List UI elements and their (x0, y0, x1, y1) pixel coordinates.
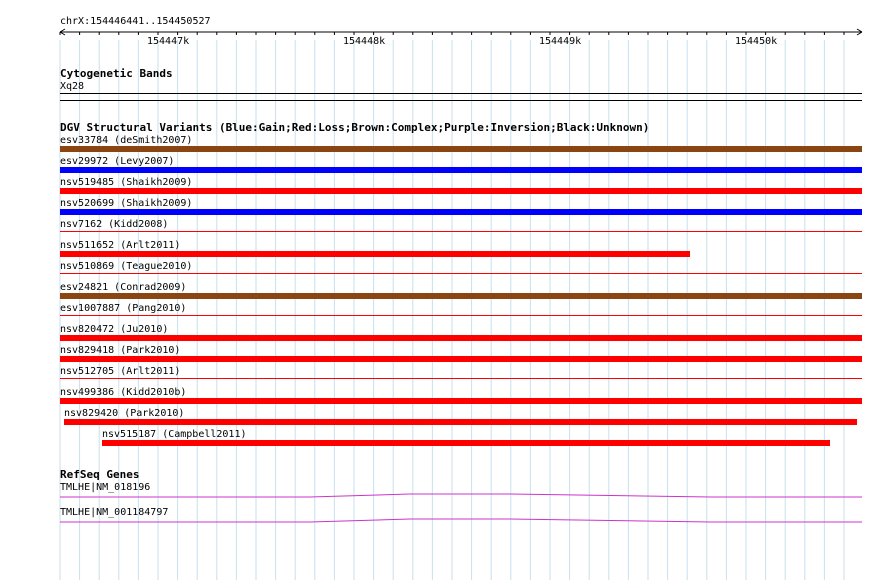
variant-bar-esv29972[interactable] (60, 167, 862, 173)
variant-label-nsv829420[interactable]: nsv829420 (Park2010) (64, 408, 184, 419)
variant-bar-nsv499386[interactable] (60, 398, 862, 404)
cytoband-label: Xq28 (60, 81, 85, 92)
cytoband-bottom-line (60, 100, 862, 101)
dgv-track-title[interactable]: DGV Structural Variants (Blue:Gain;Red:L… (60, 122, 649, 134)
variant-label-nsv499386[interactable]: nsv499386 (Kidd2010b) (60, 387, 186, 398)
refseq-gene-models (60, 493, 862, 523)
variant-bar-esv33784[interactable] (60, 146, 862, 152)
variant-label-esv29972[interactable]: esv29972 (Levy2007) (60, 156, 174, 167)
variant-label-nsv515187[interactable]: nsv515187 (Campbell2011) (102, 429, 247, 440)
variant-label-nsv510869[interactable]: nsv510869 (Teague2010) (60, 261, 192, 272)
ruler-tick-label-4: 154450k (735, 36, 778, 47)
variant-bar-nsv820472[interactable] (60, 335, 862, 341)
variant-bar-nsv829418[interactable] (60, 356, 862, 362)
refseq-track-title[interactable]: RefSeq Genes (60, 469, 139, 481)
variant-label-esv1007887[interactable]: esv1007887 (Pang2010) (60, 303, 186, 314)
variant-label-esv33784[interactable]: esv33784 (deSmith2007) (60, 135, 192, 146)
gene-model-nm-018196[interactable] (60, 493, 862, 498)
variant-bar-esv24821[interactable] (60, 293, 862, 299)
variant-bar-nsv515187[interactable] (102, 440, 830, 446)
gene-model-nm-001184797[interactable] (60, 518, 862, 523)
variant-label-esv24821[interactable]: esv24821 (Conrad2009) (60, 282, 186, 293)
cytoband-top-line (60, 93, 862, 94)
variant-bar-nsv511652[interactable] (60, 251, 690, 257)
variant-label-nsv512705[interactable]: nsv512705 (Arlt2011) (60, 366, 180, 377)
variant-bar-nsv829420[interactable] (64, 419, 857, 425)
variant-label-nsv519485[interactable]: nsv519485 (Shaikh2009) (60, 177, 192, 188)
variant-label-nsv820472[interactable]: nsv820472 (Ju2010) (60, 324, 168, 335)
ruler-tick-label-2: 154448k (343, 36, 386, 47)
variant-bar-nsv512705[interactable] (60, 378, 862, 379)
variant-bar-nsv7162[interactable] (60, 231, 862, 232)
cytoband-track-title[interactable]: Cytogenetic Bands (60, 68, 173, 80)
variant-bar-nsv520699[interactable] (60, 209, 862, 215)
ruler-tick-label-1: 154447k (147, 36, 190, 47)
variant-bar-esv1007887[interactable] (60, 315, 862, 316)
ruler-tick-label-3: 154449k (539, 36, 582, 47)
variant-label-nsv829418[interactable]: nsv829418 (Park2010) (60, 345, 180, 356)
variant-label-nsv520699[interactable]: nsv520699 (Shaikh2009) (60, 198, 192, 209)
variant-label-nsv7162[interactable]: nsv7162 (Kidd2008) (60, 219, 168, 230)
variant-bar-nsv519485[interactable] (60, 188, 862, 194)
variant-label-nsv511652[interactable]: nsv511652 (Arlt2011) (60, 240, 180, 251)
variant-bar-nsv510869[interactable] (60, 273, 862, 274)
